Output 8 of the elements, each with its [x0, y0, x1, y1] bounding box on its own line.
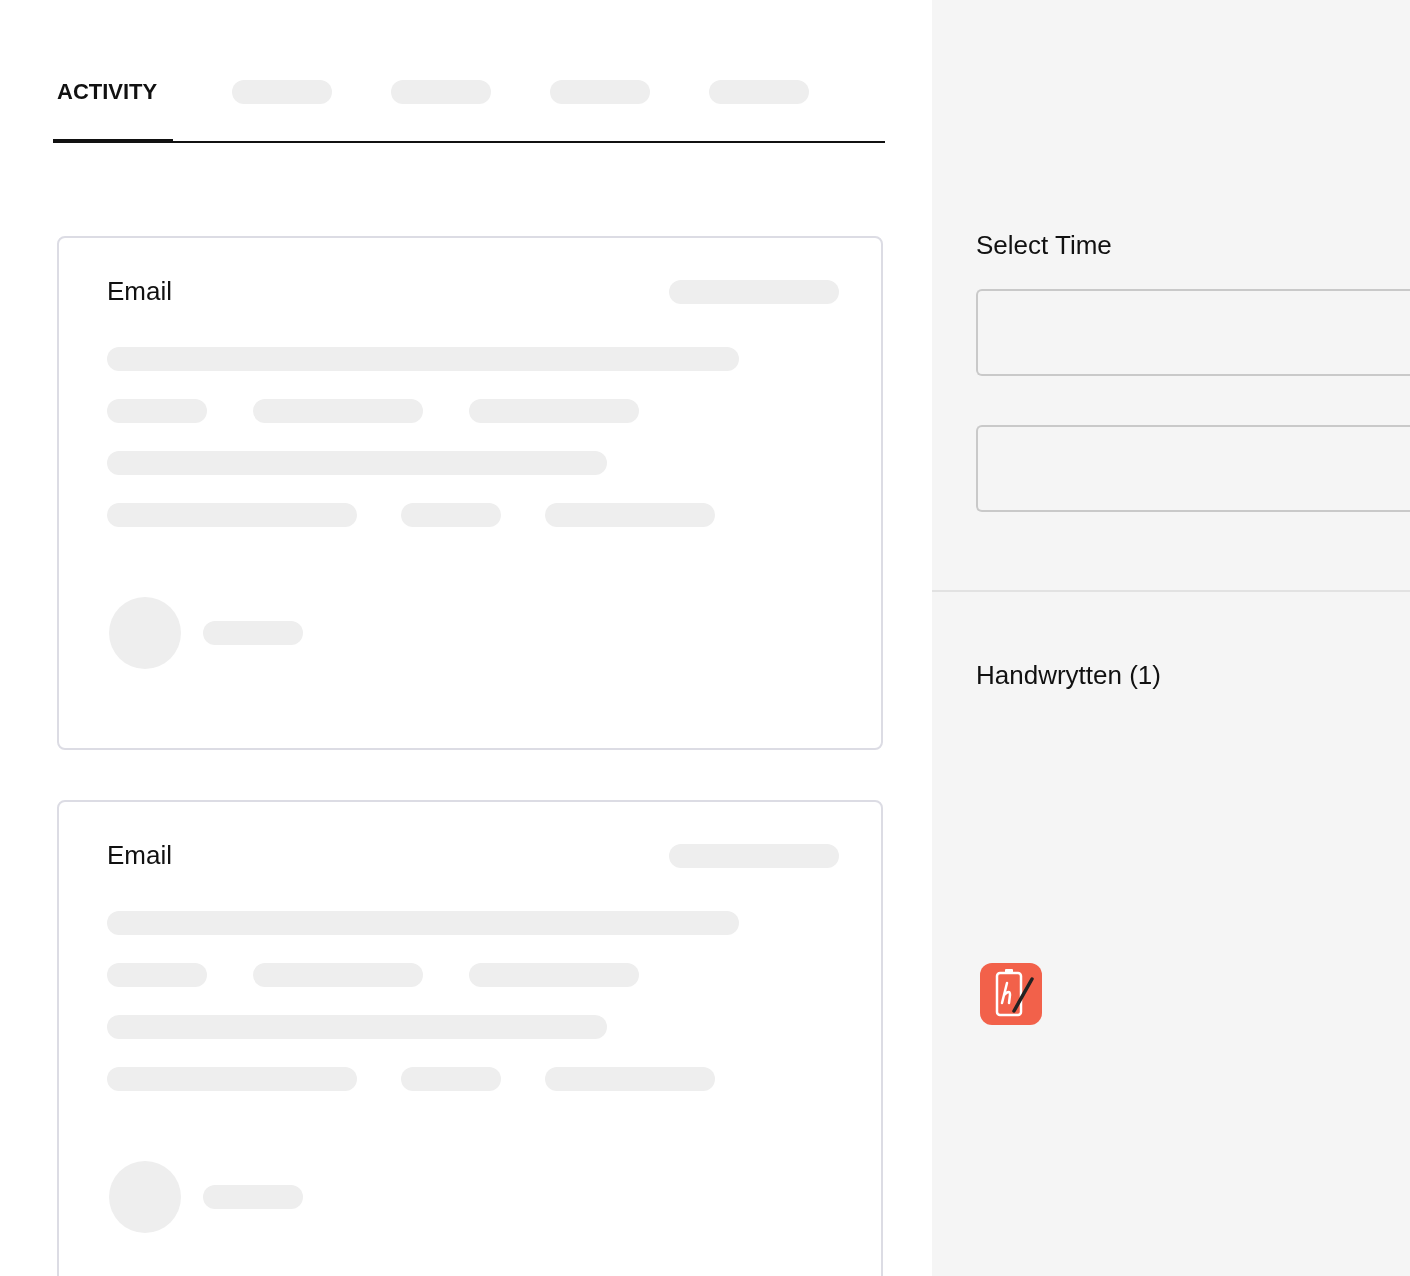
app-icon[interactable] — [980, 963, 1042, 1025]
card-title: Email — [107, 276, 172, 307]
input-field[interactable] — [976, 425, 1410, 512]
section-label: Handwrytten (1) — [976, 660, 1162, 691]
tab[interactable]: ACTIVITY — [53, 76, 173, 143]
input-field[interactable] — [976, 289, 1410, 376]
card-title: Email — [107, 840, 172, 871]
section-label: Select Time — [976, 230, 1113, 261]
